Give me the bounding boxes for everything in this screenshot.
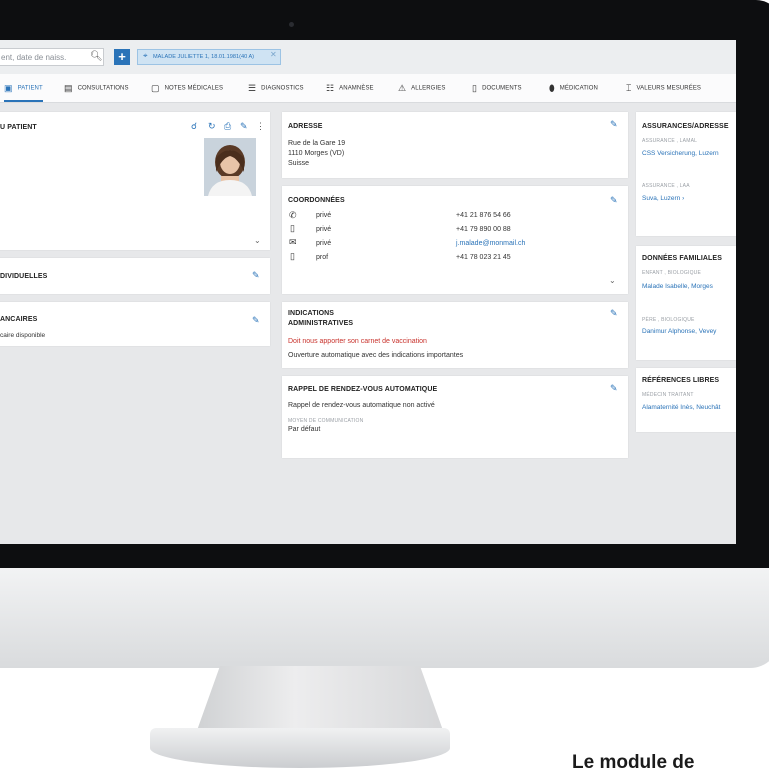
thermometer-icon: ⌶: [626, 83, 632, 93]
document-icon: ▯: [472, 83, 478, 93]
vaccination-warning: Doit nous apporter son carnet de vaccina…: [288, 338, 427, 345]
pin-icon: ⌖: [143, 51, 148, 60]
bancaires-title: ANCAIRES: [0, 316, 38, 323]
refresh-icon[interactable]: ↻: [208, 121, 216, 132]
edit-icon[interactable]: ✎: [610, 383, 618, 394]
assurances-card: [636, 112, 736, 236]
id-card-icon: ▣: [4, 83, 13, 93]
grid-list-icon: ☷: [326, 83, 335, 93]
indications-title2: ADMINISTRATIVES: [288, 320, 354, 327]
patient-chip[interactable]: MALADE JULIETTE 1, 18.01.1981(40 A): [137, 49, 281, 65]
indications-note: Ouverture automatique avec des indicatio…: [288, 352, 464, 359]
medecin-link[interactable]: Alamaternité Inès, Neuchât: [642, 404, 720, 411]
bancaires-text: caire disponible: [0, 332, 46, 339]
edit-icon[interactable]: ✎: [610, 119, 618, 130]
adresse-title: ADRESSE: [288, 123, 323, 130]
coord-type: privé: [316, 212, 332, 219]
assurances-title: ASSURANCES/ADRESSE: [642, 123, 729, 130]
link-icon[interactable]: ☌: [191, 121, 197, 132]
edit-icon[interactable]: ✎: [610, 195, 618, 206]
patient-card-title: U PATIENT: [0, 124, 37, 131]
tab-patient[interactable]: ▣ PATIENT: [4, 74, 43, 102]
mobile-icon: ▯: [290, 223, 295, 233]
enfant-label: ENFANT , BIOLOGIQUE: [642, 270, 701, 276]
coord-value: +41 79 890 00 88: [456, 226, 511, 233]
adresse-line1: Rue de la Gare 19: [288, 140, 346, 147]
tab-valeurs-mesurees[interactable]: ⌶ VALEURS MESURÉES: [626, 74, 701, 102]
lamal-label: ASSURANCE , LAMAL: [642, 138, 698, 144]
mobile-icon: ▯: [290, 251, 295, 261]
edit-icon[interactable]: ✎: [610, 308, 618, 319]
adresse-line3: Suisse: [288, 160, 310, 167]
print-icon[interactable]: ⎙: [224, 121, 231, 132]
add-patient-button[interactable]: +: [114, 49, 130, 65]
tab-diagnostics[interactable]: ☰ DIAGNOSTICS: [248, 74, 304, 102]
monitor-stand-neck: [195, 666, 445, 736]
patient-photo: [204, 138, 256, 196]
pere-link[interactable]: Danimur Alphonse, Vevey: [642, 328, 716, 335]
lamal-link[interactable]: CSS Versicherung, Luzern: [642, 150, 719, 157]
tab-anamnese[interactable]: ☷ ANAMNÈSE: [326, 74, 374, 102]
avatar: [204, 138, 256, 196]
enfant-link[interactable]: Malade Isabelle, Morges: [642, 283, 713, 290]
edit-icon[interactable]: ✎: [252, 315, 260, 326]
top-bar: [0, 40, 736, 75]
mail-icon: ✉︎: [289, 237, 297, 247]
tab-medication[interactable]: ⬮ MÉDICATION: [549, 74, 598, 102]
rappel-status: Rappel de rendez-vous automatique non ac…: [288, 402, 435, 409]
individuelles-title: DIVIDUELLES: [0, 273, 48, 280]
coord-type: privé: [316, 240, 332, 247]
indications-title1: INDICATIONS: [288, 310, 335, 317]
laa-label: ASSURANCE , LAA: [642, 183, 690, 189]
edit-icon[interactable]: ✎: [240, 121, 248, 132]
rappel-title: RAPPEL DE RENDEZ-VOUS AUTOMATIQUE: [288, 386, 438, 393]
references-title: RÉFÉRENCES LIBRES: [642, 377, 720, 384]
camera-dot: [289, 22, 294, 27]
phone-icon: ✆: [289, 210, 297, 220]
coordonnees-title: COORDONNÉES: [288, 197, 345, 204]
chevron-down-icon[interactable]: ⌄: [609, 276, 616, 285]
rappel-value: Par défaut: [288, 426, 321, 433]
coord-type: prof: [316, 254, 329, 261]
app-screen: ent, date de naiss. 🔍︎ + MALADE JULIETTE…: [0, 40, 736, 544]
pill-icon: ⬮: [549, 83, 555, 93]
chevron-down-icon[interactable]: ⌄: [254, 236, 261, 245]
familiales-title: DONNÉES FAMILIALES: [642, 255, 722, 262]
warning-icon: ⚠︎: [398, 83, 407, 93]
monitor-chin: [0, 568, 769, 668]
list-icon: ☰: [248, 83, 257, 93]
search-icon[interactable]: 🔍︎: [90, 51, 103, 62]
calendar-icon: ▤: [64, 83, 73, 93]
edit-icon[interactable]: ✎: [252, 270, 260, 281]
pere-label: PÈRE , BIOLOGIQUE: [642, 317, 695, 323]
more-icon[interactable]: ⋮: [256, 121, 265, 132]
coord-value: +41 78 023 21 45: [456, 254, 511, 261]
familiales-card: [636, 246, 736, 360]
tab-allergies[interactable]: ⚠︎ ALLERGIES: [398, 74, 445, 102]
comment-icon: ▢: [151, 83, 160, 93]
close-icon[interactable]: ✕: [270, 50, 277, 59]
laa-link[interactable]: Suva, Luzern ›: [642, 195, 684, 202]
adresse-line2: 1110 Morges (VD): [288, 150, 345, 157]
tab-documents[interactable]: ▯ DOCUMENTS: [472, 74, 522, 102]
coord-value: +41 21 876 54 66: [456, 212, 511, 219]
tab-consultations[interactable]: ▤ CONSULTATIONS: [64, 74, 129, 102]
coord-type: privé: [316, 226, 332, 233]
email-link[interactable]: j.malade@monmail.ch: [456, 240, 525, 247]
search-input[interactable]: ent, date de naiss.: [0, 48, 104, 66]
rappel-label: MOYEN DE COMMUNICATION: [288, 418, 364, 424]
medecin-label: MÉDECIN TRAITANT: [642, 392, 694, 398]
monitor-stand-base: [150, 728, 450, 768]
caption-text: Le module de: [572, 752, 695, 773]
chevron-right-icon: ›: [682, 195, 685, 202]
tab-notes-medicales[interactable]: ▢ NOTES MÉDICALES: [151, 74, 223, 102]
